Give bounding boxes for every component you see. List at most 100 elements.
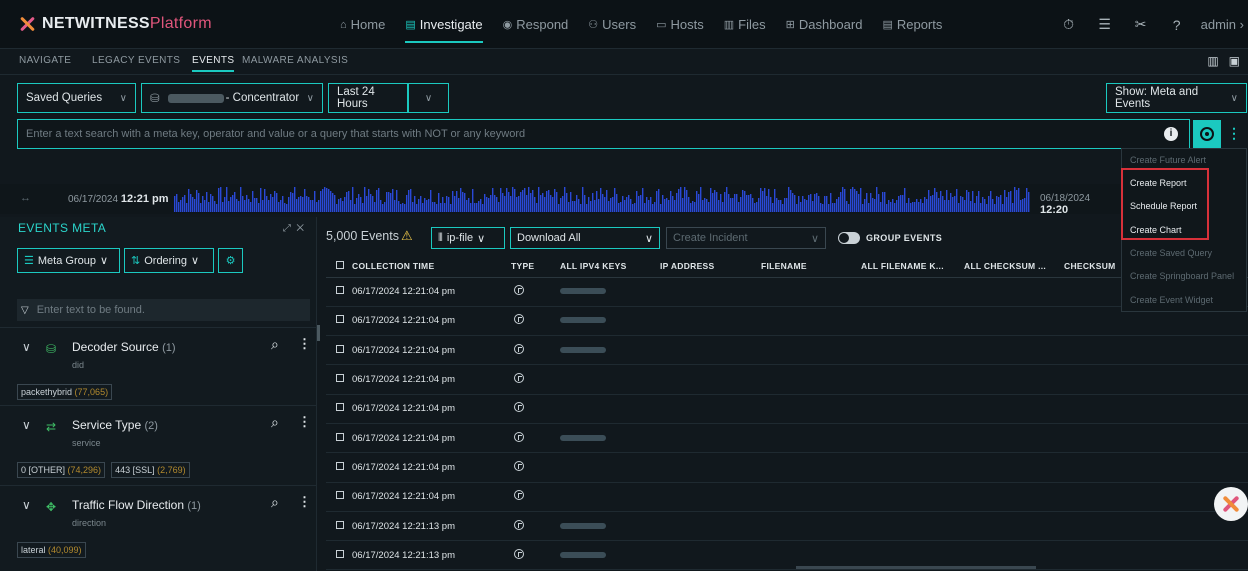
column-profile-dropdown[interactable]: ⦀ ip-file ∨ (431, 227, 505, 249)
table-row[interactable]: 06/17/2024 12:21:04 pm (326, 306, 1248, 337)
search-icon[interactable]: ⌕ (271, 494, 279, 511)
nav-hosts[interactable]: ▭ Hosts (656, 0, 704, 49)
timeline-bar (610, 198, 612, 212)
chevron-down-icon[interactable]: ∨ (22, 340, 31, 354)
time-range-selector[interactable]: Last 24 Hours (328, 83, 408, 113)
show-view-dropdown[interactable]: Show: Meta and Events ∨ (1106, 83, 1247, 113)
column-header[interactable]: ALL IPV4 KEYS (560, 255, 660, 278)
nav-investigate[interactable]: ▤ Investigate (405, 0, 483, 49)
timeline-bar (824, 196, 826, 212)
warning-icon[interactable]: ⚠ (401, 228, 413, 243)
nav-files[interactable]: ▥ Files (724, 0, 766, 49)
row-checkbox[interactable] (336, 286, 344, 295)
timer-icon[interactable]: ⏱ (1051, 16, 1087, 33)
table-row[interactable]: 06/17/2024 12:21:13 pm (326, 540, 1248, 571)
row-checkbox[interactable] (336, 344, 344, 353)
table-row[interactable]: 06/17/2024 12:21:04 pm (326, 335, 1248, 366)
timeline-bar (984, 199, 986, 212)
table-row[interactable]: 06/17/2024 12:21:13 pm (326, 511, 1248, 542)
search-icon[interactable]: ⌕ (271, 414, 279, 431)
query-search-input[interactable]: Enter a text search with a meta key, ope… (17, 119, 1190, 149)
execute-query-button[interactable] (1193, 120, 1221, 148)
info-icon[interactable]: i (1164, 127, 1178, 141)
row-checkbox[interactable] (336, 491, 344, 500)
table-horizontal-scrollbar[interactable] (796, 566, 1036, 569)
chevron-down-icon[interactable]: ∨ (22, 498, 31, 512)
meta-value-pill[interactable]: packethybrid (77,065) (17, 384, 113, 400)
ordering-button[interactable]: ⇅ Ordering ∨ (124, 248, 214, 273)
more-vertical-icon[interactable]: ⋮ (298, 494, 311, 510)
table-row[interactable]: 06/17/2024 12:21:04 pm (326, 364, 1248, 395)
table-row[interactable]: 06/17/2024 12:21:04 pm (326, 423, 1248, 454)
tab-legacy-events[interactable]: LEGACY EVENTS (92, 55, 180, 66)
meta-panel-scrollbar[interactable] (317, 325, 320, 341)
menu-item-create-future-alert[interactable]: Create Future Alert (1130, 155, 1206, 165)
select-all-checkbox[interactable] (336, 260, 344, 269)
row-checkbox[interactable] (336, 315, 344, 324)
meta-settings-button[interactable]: ⚙ (218, 248, 243, 273)
netwitness-logo[interactable]: NETWITNESS Platform (16, 15, 212, 33)
timeline-bar (228, 201, 230, 212)
meta-group-button[interactable]: ☰ Meta Group ∨ (17, 248, 120, 273)
meta-value-pill[interactable]: lateral (40,099) (17, 542, 86, 558)
create-incident-input[interactable]: Create Incident ∨ (666, 227, 826, 249)
column-header[interactable]: ALL CHECKSUM ... (964, 255, 1064, 278)
row-checkbox[interactable] (336, 520, 344, 529)
meta-value-pill[interactable]: 443 [SSL] (2,769) (111, 462, 190, 478)
table-row[interactable]: 06/17/2024 12:21:04 pm (326, 452, 1248, 483)
menu-item-create-event-widget[interactable]: Create Event Widget (1130, 295, 1213, 305)
settings-panel-icon[interactable]: ▣ (1229, 54, 1240, 68)
column-header[interactable]: TYPE (511, 255, 560, 278)
row-checkbox[interactable] (336, 403, 344, 412)
nav-respond[interactable]: ◉ Respond (503, 0, 569, 49)
table-row[interactable]: 06/17/2024 12:21:04 pm (326, 482, 1248, 512)
timeline-histogram[interactable] (174, 186, 1030, 212)
timeline-bar (974, 203, 976, 212)
download-all-dropdown[interactable]: Download All ∨ (510, 227, 660, 249)
table-row[interactable]: 06/17/2024 12:21:04 pm (326, 394, 1248, 424)
chart-view-icon[interactable]: ▥ (1207, 54, 1218, 68)
tab-events[interactable]: EVENTS (192, 55, 235, 72)
close-icon[interactable]: ✕ (296, 223, 304, 234)
expand-icon[interactable]: ⤢ (283, 223, 291, 234)
help-icon[interactable]: ? (1159, 17, 1195, 33)
tab-navigate[interactable]: NAVIGATE (19, 55, 71, 66)
column-header[interactable]: FILENAME (761, 255, 861, 278)
table-row[interactable]: 06/17/2024 12:21:04 pm (326, 277, 1248, 307)
column-header[interactable]: COLLECTION TIME (352, 255, 511, 278)
column-header[interactable]: ALL FILENAME K... (861, 255, 964, 278)
netwitness-assistant-icon[interactable] (1214, 487, 1248, 521)
row-checkbox[interactable] (336, 461, 344, 470)
more-options-button[interactable]: ⋮ (1227, 125, 1241, 142)
column-header[interactable]: IP ADDRESS (660, 255, 761, 278)
menu-item-create-saved-query[interactable]: Create Saved Query (1130, 248, 1212, 258)
chevron-down-icon[interactable]: ∨ (22, 418, 31, 432)
timeline-bar (968, 192, 970, 212)
timeline-bar (688, 197, 690, 212)
timeline-bar (582, 187, 584, 212)
tab-malware-analysis[interactable]: MALWARE ANALYSIS (242, 55, 348, 66)
nav-home[interactable]: ⌂ Home (340, 0, 385, 49)
row-checkbox[interactable] (336, 549, 344, 558)
tools-icon[interactable]: ✂ (1123, 16, 1159, 33)
row-checkbox[interactable] (336, 432, 344, 441)
timeline-drag-handle-icon[interactable]: ↔ (20, 192, 31, 204)
service-selector[interactable]: ⛁ - Concentrator ∨ (141, 83, 323, 113)
more-vertical-icon[interactable]: ⋮ (298, 414, 311, 430)
preferences-icon[interactable]: ☰ (1087, 16, 1123, 33)
admin-user-menu[interactable]: admin › (1201, 17, 1244, 32)
saved-queries-dropdown[interactable]: Saved Queries ∨ (17, 83, 136, 113)
nav-reports[interactable]: ▤ Reports (882, 0, 942, 49)
meta-filter-input[interactable]: ▽ Enter text to be found. (17, 299, 310, 321)
search-icon[interactable]: ⌕ (271, 336, 279, 353)
row-checkbox[interactable] (336, 374, 344, 383)
timeline-bar (388, 192, 390, 212)
nav-users[interactable]: ⚇ Users (588, 0, 636, 49)
time-range-dropdown[interactable]: ∨ (408, 83, 449, 113)
meta-value-pill[interactable]: 0 [OTHER] (74,296) (17, 462, 106, 478)
more-vertical-icon[interactable]: ⋮ (298, 336, 311, 352)
group-events-toggle[interactable] (838, 232, 860, 244)
nav-dashboard[interactable]: ⊞ Dashboard (786, 0, 863, 49)
timeline-bar (356, 198, 358, 212)
menu-item-create-springboard-panel[interactable]: Create Springboard Panel (1130, 271, 1234, 281)
